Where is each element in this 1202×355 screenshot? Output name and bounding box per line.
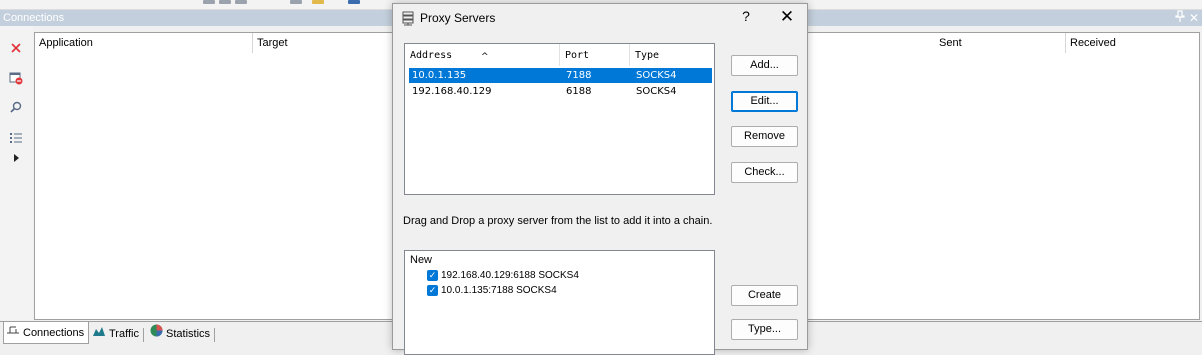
server-icon bbox=[402, 11, 414, 29]
column-header-type[interactable]: Type bbox=[630, 44, 714, 66]
dialog-title-bar: Proxy Servers ? ✕ bbox=[393, 4, 807, 34]
traffic-icon bbox=[92, 324, 106, 344]
pane-title: Connections bbox=[3, 12, 65, 24]
proxy-port: 6188 bbox=[566, 86, 592, 97]
remove-button[interactable]: Remove bbox=[731, 126, 798, 147]
chain-item-label: 192.168.40.129:6188 SOCKS4 bbox=[441, 270, 579, 281]
column-header-target[interactable]: Target bbox=[253, 33, 393, 53]
column-header-address[interactable]: Address ^ bbox=[405, 44, 560, 66]
proxy-address: 10.0.1.135 bbox=[412, 70, 467, 81]
proxy-row[interactable]: 10.0.1.135 7188 SOCKS4 bbox=[409, 68, 712, 83]
proxy-port: 7188 bbox=[566, 70, 592, 81]
proxy-address: 192.168.40.129 bbox=[412, 86, 492, 97]
type-button[interactable]: Type... bbox=[731, 319, 798, 340]
statistics-icon bbox=[150, 324, 163, 344]
remove-connection-icon[interactable] bbox=[5, 68, 27, 88]
tab-statistics[interactable]: Statistics bbox=[148, 324, 216, 344]
proxy-type: SOCKS4 bbox=[636, 86, 677, 97]
toolbar-icon[interactable] bbox=[203, 0, 215, 4]
chain-root-label[interactable]: New bbox=[410, 254, 432, 266]
proxy-chain-tree[interactable]: New ✓ 192.168.40.129:6188 SOCKS4 ✓ 10.0.… bbox=[404, 250, 715, 355]
column-header-port[interactable]: Port bbox=[560, 44, 630, 66]
toolbar-icon[interactable] bbox=[312, 0, 324, 4]
toolbar-icon[interactable] bbox=[219, 0, 231, 4]
play-icon[interactable] bbox=[5, 148, 27, 168]
tab-separator bbox=[214, 328, 216, 342]
column-header-sent[interactable]: Sent bbox=[935, 33, 1066, 53]
pin-icon[interactable] bbox=[1174, 10, 1186, 26]
check-button[interactable]: Check... bbox=[731, 162, 798, 183]
drag-drop-hint: Drag and Drop a proxy server from the li… bbox=[403, 215, 713, 227]
address-header-label: Address bbox=[410, 50, 453, 61]
toolbar-icon[interactable] bbox=[235, 0, 247, 4]
column-header-received[interactable]: Received bbox=[1066, 33, 1199, 53]
toolbar-icon[interactable] bbox=[348, 0, 360, 4]
tab-label: Statistics bbox=[166, 328, 211, 340]
tab-connections[interactable]: Connections bbox=[3, 322, 90, 344]
proxy-row[interactable]: 192.168.40.129 6188 SOCKS4 bbox=[409, 84, 712, 99]
connections-icon bbox=[6, 323, 20, 343]
add-button[interactable]: Add... bbox=[731, 55, 798, 76]
list-icon[interactable] bbox=[5, 128, 27, 148]
chain-item[interactable]: ✓ 10.0.1.135:7188 SOCKS4 bbox=[427, 283, 557, 298]
tab-separator bbox=[142, 328, 144, 342]
proxy-servers-dialog: Proxy Servers ? ✕ Address ^ Port Type 10… bbox=[392, 3, 808, 355]
help-button[interactable]: ? bbox=[737, 8, 755, 28]
chain-item[interactable]: ✓ 192.168.40.129:6188 SOCKS4 bbox=[427, 268, 579, 283]
pane-close-icon[interactable]: ✕ bbox=[1188, 10, 1200, 26]
tab-label: Traffic bbox=[109, 328, 139, 340]
dialog-close-button[interactable]: ✕ bbox=[777, 7, 797, 29]
create-button[interactable]: Create bbox=[731, 285, 798, 306]
checkbox[interactable]: ✓ bbox=[427, 270, 438, 281]
close-icon[interactable] bbox=[5, 38, 27, 58]
sort-ascending-icon: ^ bbox=[481, 52, 489, 62]
checkbox[interactable]: ✓ bbox=[427, 285, 438, 296]
proxy-type: SOCKS4 bbox=[636, 70, 677, 81]
side-toolbar bbox=[0, 26, 33, 320]
tab-label: Connections bbox=[23, 326, 85, 339]
toolbar-icon[interactable] bbox=[290, 0, 302, 4]
chain-item-label: 10.0.1.135:7188 SOCKS4 bbox=[441, 285, 557, 296]
tab-traffic[interactable]: Traffic bbox=[90, 324, 144, 344]
edit-button[interactable]: Edit... bbox=[731, 91, 798, 112]
proxy-list[interactable]: Address ^ Port Type 10.0.1.135 7188 SOCK… bbox=[404, 43, 715, 195]
column-header-application[interactable]: Application bbox=[35, 33, 253, 53]
dialog-title: Proxy Servers bbox=[420, 11, 496, 25]
search-icon[interactable] bbox=[5, 98, 27, 118]
